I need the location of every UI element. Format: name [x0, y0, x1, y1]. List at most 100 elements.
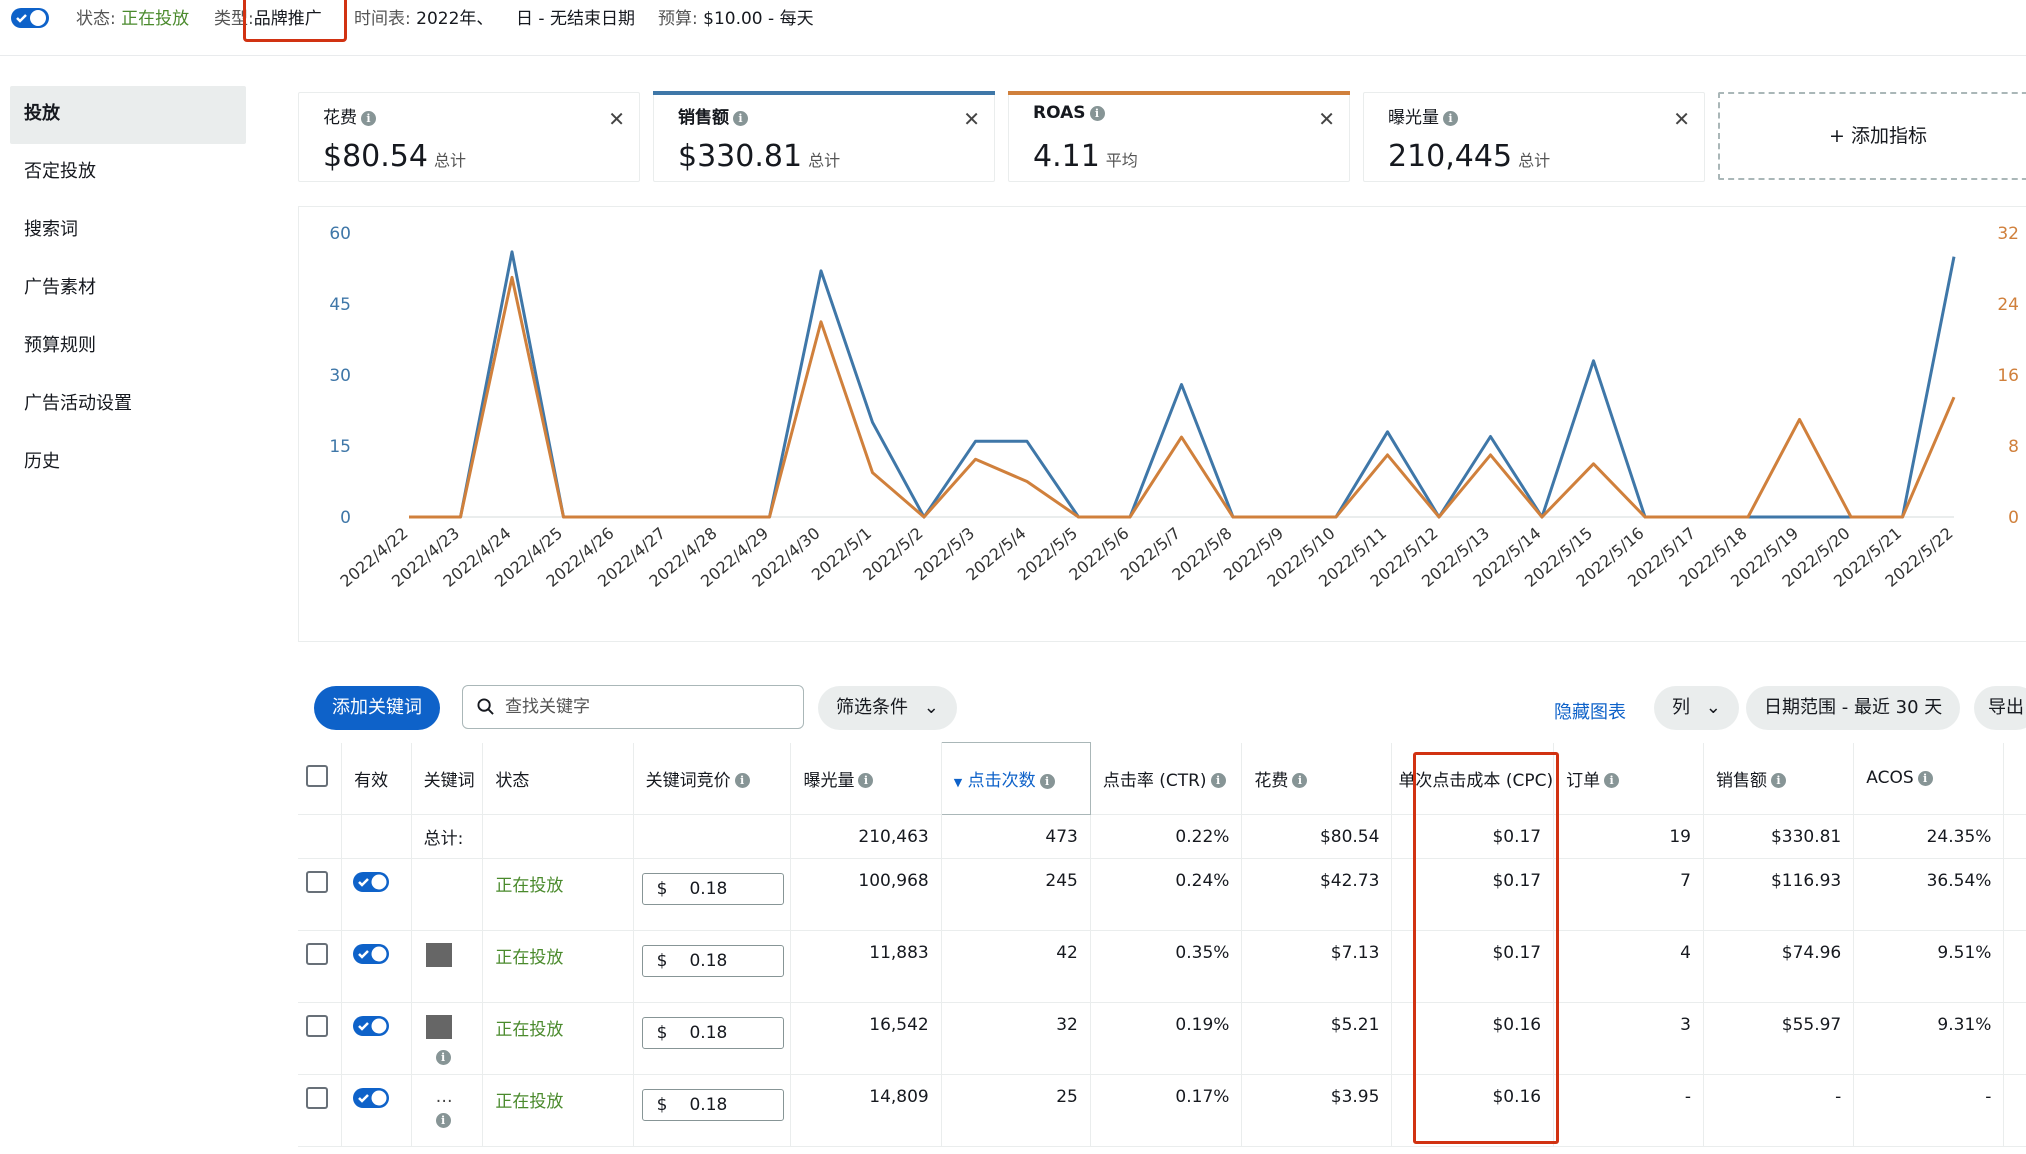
metric-card-impressions[interactable]: 曝光量 i 210,445 总计 ✕	[1363, 92, 1705, 182]
keyword-search-input[interactable]: 查找关键字	[462, 685, 804, 729]
sidebar-item-history[interactable]: 历史	[10, 434, 246, 492]
info-icon[interactable]: i	[435, 1113, 451, 1128]
export-button[interactable]: 导出	[1974, 686, 2026, 730]
sidebar-item-negative-targeting[interactable]: 否定投放	[10, 144, 246, 202]
info-icon[interactable]: i	[733, 110, 748, 126]
metric-card-sales[interactable]: 销售额 i $330.81 总计 ✕	[653, 91, 995, 182]
info-icon[interactable]: i	[1292, 773, 1308, 789]
row-ctr: 0.17%	[1090, 1074, 1243, 1147]
info-icon[interactable]: i	[1770, 773, 1786, 789]
row-status: 正在投放	[482, 858, 634, 931]
add-keyword-button[interactable]: 添加关键词	[314, 686, 440, 730]
column-header-ctr[interactable]: 点击率 (CTR) i	[1090, 742, 1243, 815]
sidebar-item-search-terms[interactable]: 搜索词	[10, 202, 246, 260]
campaign-status-bar: 状态: 正在投放 类型:品牌推广 时间表: 2022年、 日 - 无结束日期 预…	[0, 0, 2026, 56]
column-header-active[interactable]: 有效	[341, 742, 412, 815]
keyword-toggle[interactable]	[352, 871, 390, 893]
row-checkbox[interactable]	[306, 1015, 328, 1037]
info-icon[interactable]: i	[1604, 773, 1620, 789]
row-impressions: 100,968	[790, 858, 942, 931]
row-checkbox[interactable]	[306, 871, 328, 893]
column-header-acos[interactable]: ACOS i	[1853, 742, 2005, 815]
bid-input[interactable]: $0.18	[641, 873, 784, 905]
sidebar-nav: 投放 否定投放 搜索词 广告素材 预算规则 广告活动设置 历史	[10, 86, 246, 492]
chevron-down-icon: ⌄	[923, 697, 939, 718]
total-ctr: 0.22%	[1090, 814, 1243, 859]
keyword-cell	[411, 930, 484, 1003]
keyword-toggle[interactable]	[352, 1015, 390, 1037]
y-right-tick-label: 8	[2008, 437, 2019, 457]
filter-dropdown[interactable]: 筛选条件 ⌄	[818, 686, 957, 730]
sidebar-item-ad-creative[interactable]: 广告素材	[10, 260, 246, 318]
date-range-button[interactable]: 日期范围 - 最近 30 天	[1746, 686, 1961, 730]
line-chart: 015304560081624322022/4/222022/4/232022/…	[329, 224, 2019, 591]
row-checkbox[interactable]	[306, 943, 328, 965]
bid-input[interactable]: $0.18	[641, 945, 784, 977]
columns-dropdown[interactable]: 列 ⌄	[1654, 686, 1739, 730]
bid-input[interactable]: $0.18	[641, 1089, 784, 1121]
chevron-down-icon: ⌄	[1705, 697, 1721, 718]
close-icon[interactable]: ✕	[1673, 107, 1690, 131]
hide-chart-link[interactable]: 隐藏图表	[1554, 698, 1626, 724]
row-spend: $42.73	[1241, 858, 1393, 931]
column-header-status[interactable]: 状态	[482, 742, 634, 815]
keyword-toggle[interactable]	[352, 1087, 390, 1109]
metric-value: 210,445 总计	[1388, 139, 1551, 174]
y-right-tick-label: 24	[1997, 295, 2019, 315]
column-header-impressions[interactable]: 曝光量 i	[790, 742, 942, 815]
row-acos: 36.54%	[1853, 858, 2005, 931]
column-header-bid[interactable]: 关键词竞价 i	[633, 742, 792, 815]
keyword-toggle[interactable]	[352, 943, 390, 965]
close-icon[interactable]: ✕	[1318, 107, 1335, 131]
sidebar-item-targeting[interactable]: 投放	[10, 86, 246, 144]
table-row: 正在投放 $0.18 100,968 245 0.24% $42.73 $0.1…	[298, 858, 2026, 931]
row-orders: 3	[1553, 1002, 1704, 1075]
metric-card-roas[interactable]: ROAS i 4.11 平均 ✕	[1008, 91, 1350, 182]
info-icon[interactable]: i	[361, 110, 376, 126]
metric-card-spend[interactable]: 花费 i $80.54 总计 ✕	[298, 92, 640, 182]
metric-label: ROAS i	[1033, 103, 1105, 123]
column-header-orders[interactable]: 订单 i	[1553, 742, 1704, 815]
column-header-cpc[interactable]: 单次点击成本 (CPC)	[1391, 742, 1555, 815]
info-icon[interactable]: i	[1917, 770, 1933, 786]
info-icon[interactable]: i	[734, 773, 750, 789]
info-icon[interactable]: i	[1443, 110, 1458, 126]
close-icon[interactable]: ✕	[963, 107, 980, 131]
row-checkbox[interactable]	[306, 1087, 328, 1109]
search-icon	[477, 698, 494, 715]
y-right-tick-label: 16	[1997, 366, 2019, 386]
row-ctr: 0.24%	[1090, 858, 1243, 931]
select-all-checkbox[interactable]	[306, 764, 328, 787]
column-header-keyword[interactable]: 关键词	[411, 742, 484, 815]
info-icon[interactable]: i	[1089, 105, 1105, 121]
info-icon[interactable]: i	[1039, 773, 1055, 789]
info-icon[interactable]: i	[435, 1050, 451, 1065]
budget-meta: 预算: $10.00 - 每天	[658, 4, 814, 29]
row-status: 正在投放	[482, 930, 634, 1003]
keyword-cell: … i	[411, 1074, 484, 1147]
table-row: i 正在投放 $0.18 16,542 32 0.19% $5.21 $0.16…	[298, 1002, 2026, 1075]
schedule-end: 日 - 无结束日期	[516, 9, 635, 29]
row-impressions: 14,809	[790, 1074, 942, 1147]
total-orders: 19	[1553, 814, 1704, 859]
sidebar-item-budget-rules[interactable]: 预算规则	[10, 318, 246, 376]
table-total-row: 总计: 210,463 473 0.22% $80.54 $0.17 19 $3…	[298, 814, 2026, 859]
sidebar-item-campaign-settings[interactable]: 广告活动设置	[10, 376, 246, 434]
column-header-overflow	[2003, 742, 2026, 815]
row-orders: -	[1553, 1074, 1704, 1147]
add-metric-button[interactable]: + 添加指标	[1718, 92, 2026, 180]
status-meta: 状态: 正在投放	[76, 4, 189, 29]
info-icon[interactable]: i	[1210, 773, 1226, 789]
metric-label: 销售额 i	[678, 103, 748, 128]
info-icon[interactable]: i	[858, 773, 874, 789]
column-header-spend[interactable]: 花费 i	[1241, 742, 1393, 815]
schedule-label: 时间表:	[354, 9, 411, 29]
row-spend: $5.21	[1241, 1002, 1393, 1075]
highlight-box-type	[243, 0, 347, 42]
column-header-sales[interactable]: 销售额 i	[1703, 742, 1855, 815]
bid-input[interactable]: $0.18	[641, 1017, 784, 1049]
select-all-cell	[298, 742, 343, 815]
campaign-toggle[interactable]	[10, 6, 50, 30]
column-header-clicks[interactable]: ▼ 点击次数 i	[940, 742, 1091, 815]
close-icon[interactable]: ✕	[608, 107, 625, 131]
